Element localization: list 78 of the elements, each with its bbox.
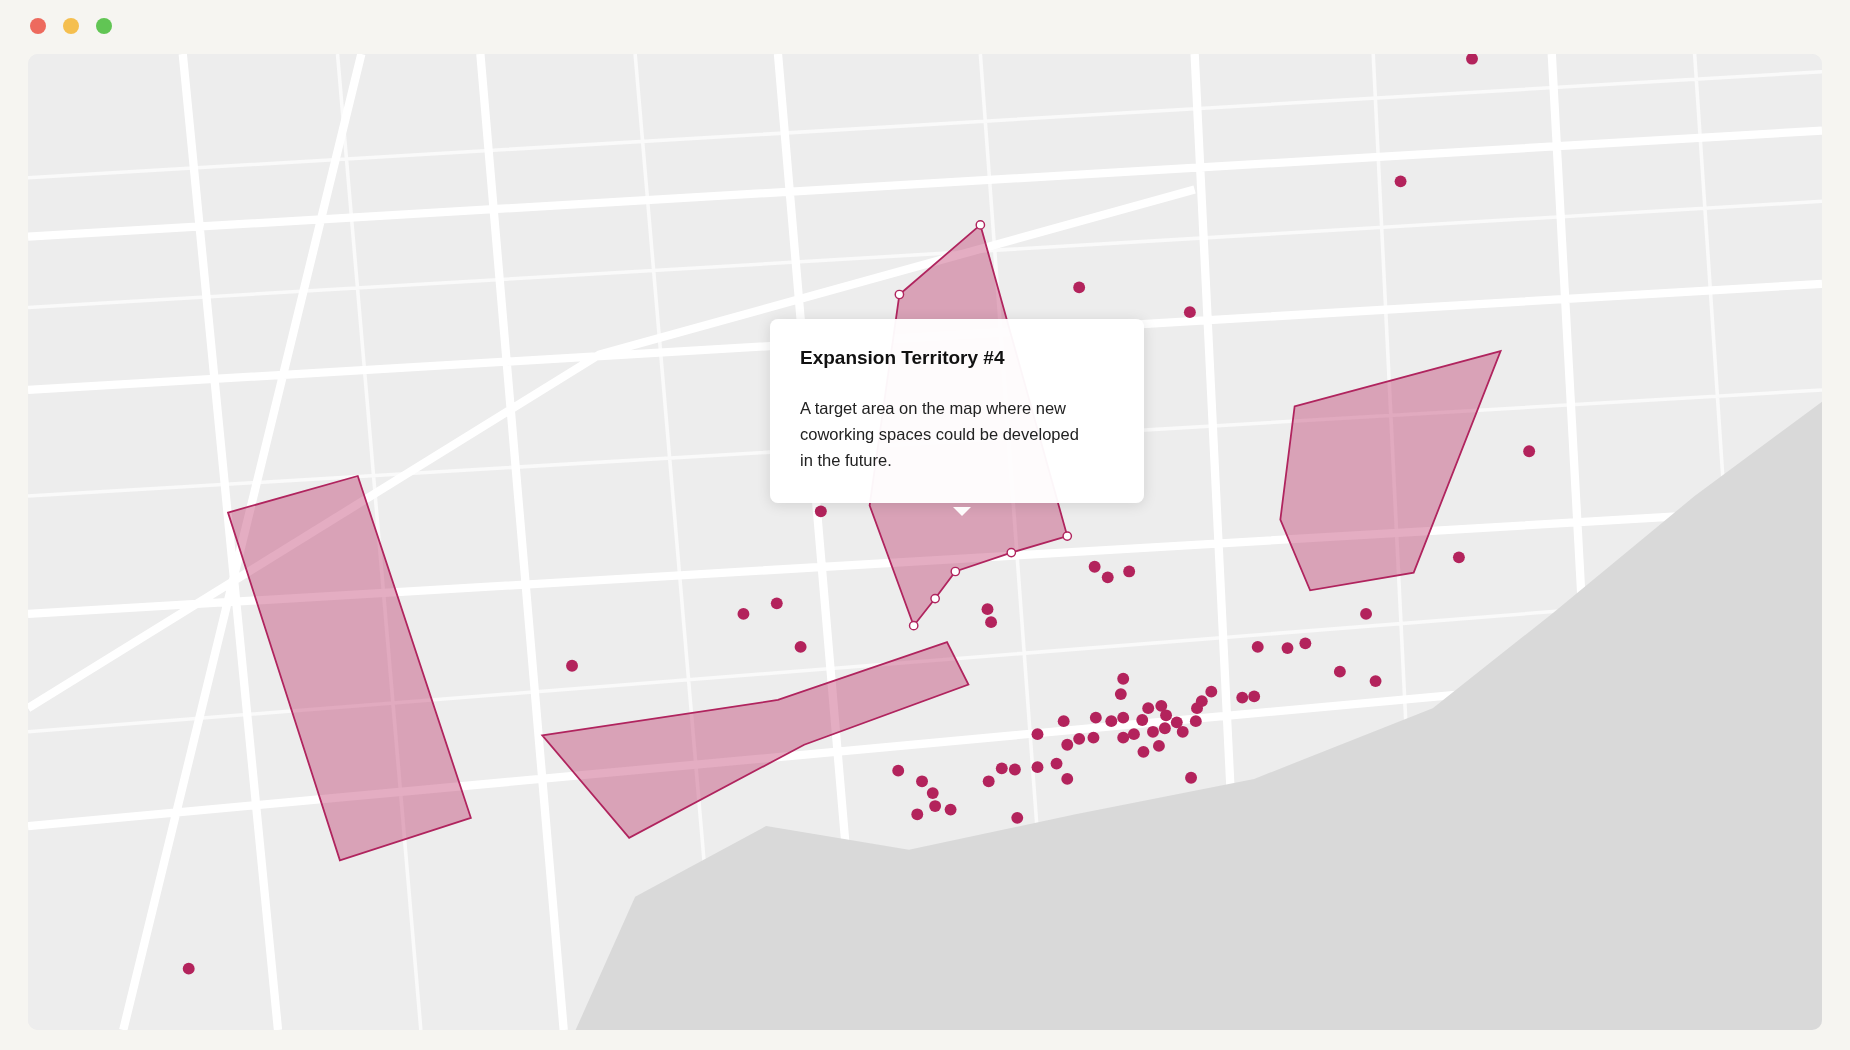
vertex-handle[interactable] [1062,531,1073,541]
map-pin[interactable] [1251,641,1264,653]
map-pin[interactable] [1466,54,1478,65]
map-pin[interactable] [1155,699,1168,712]
map-pin[interactable] [1183,306,1196,319]
map-pin[interactable] [1061,773,1074,785]
map-pin[interactable] [1008,763,1021,776]
map-pin[interactable] [1031,761,1044,774]
vertex-handle[interactable] [930,593,940,604]
map-pin[interactable] [981,603,994,616]
map-pin[interactable] [566,659,578,672]
map-pin[interactable] [1333,665,1346,678]
map-pin[interactable] [814,505,827,518]
tooltip-text: A target area on the map where new coworking spaces could be developed in the future. [800,398,1080,471]
map-pin[interactable] [794,641,807,653]
map-pin[interactable] [1061,738,1074,751]
map-pin[interactable] [1394,175,1407,188]
map-pin[interactable] [929,800,942,812]
map-pin[interactable] [182,962,195,975]
map-pin[interactable] [1248,690,1261,703]
vertex-handle[interactable] [908,620,919,631]
map-pin[interactable] [1147,725,1159,738]
vertex-handle[interactable] [894,289,905,300]
map-pin[interactable] [1185,771,1197,784]
map-pin[interactable] [1031,728,1044,741]
map-pin[interactable] [1123,565,1136,578]
window-control[interactable] [30,18,46,34]
map-pin[interactable] [1281,642,1294,654]
map-pin[interactable] [1127,728,1140,741]
map-pin[interactable] [926,787,939,799]
map-pin[interactable] [1523,445,1536,458]
map-pin[interactable] [1369,675,1382,687]
map-pin[interactable] [1073,281,1086,294]
map-pin[interactable] [1117,672,1130,685]
map-pin[interactable] [770,597,783,610]
map-pin[interactable] [892,764,905,777]
map-pin[interactable] [1117,731,1130,744]
map-pin[interactable] [1087,731,1100,744]
map-pin[interactable] [1136,714,1149,726]
map-pin[interactable] [1189,715,1202,728]
map-pin[interactable] [1117,711,1130,724]
map-pin[interactable] [1195,695,1208,707]
map-pin[interactable] [1299,637,1312,650]
vertex-handle[interactable] [975,220,986,230]
tooltip-title: Expansion Territory #4 [800,347,1006,369]
pointer-icon [953,507,971,516]
map-pin[interactable] [995,762,1008,775]
map-pin[interactable] [911,808,924,821]
vertex-handle[interactable] [950,566,961,577]
map-pin[interactable] [1158,722,1171,735]
map-pin[interactable] [1152,740,1165,752]
map-pin[interactable] [1088,560,1101,573]
map-pin[interactable] [1360,608,1372,620]
map-pin[interactable] [985,616,997,629]
map-pin[interactable] [1073,732,1086,745]
map-pin[interactable] [1101,571,1114,584]
map-pin[interactable] [1114,688,1127,700]
map-pin[interactable] [1050,757,1063,770]
map-pin[interactable] [1236,691,1249,704]
map-pin[interactable] [1089,711,1102,724]
map-pin[interactable] [1057,715,1070,728]
territory-polygon[interactable] [1279,349,1503,592]
map-pin[interactable] [944,803,957,816]
map-pin[interactable] [1452,551,1465,564]
map-pin[interactable] [982,775,995,788]
map-pin[interactable] [1170,716,1183,729]
map-pin[interactable] [1205,685,1218,698]
vertex-handle[interactable] [1006,547,1017,558]
map-pin[interactable] [737,608,750,620]
territory-polygon[interactable] [540,641,970,839]
map-pin[interactable] [1142,702,1155,715]
map-pin[interactable] [1105,715,1118,728]
map-pin[interactable] [1011,811,1024,824]
map-pin[interactable] [1176,725,1189,738]
map-pin[interactable] [1137,745,1150,758]
map-pin[interactable] [1160,709,1172,722]
territory-polygon[interactable] [226,474,472,862]
map-pin[interactable] [916,775,928,788]
